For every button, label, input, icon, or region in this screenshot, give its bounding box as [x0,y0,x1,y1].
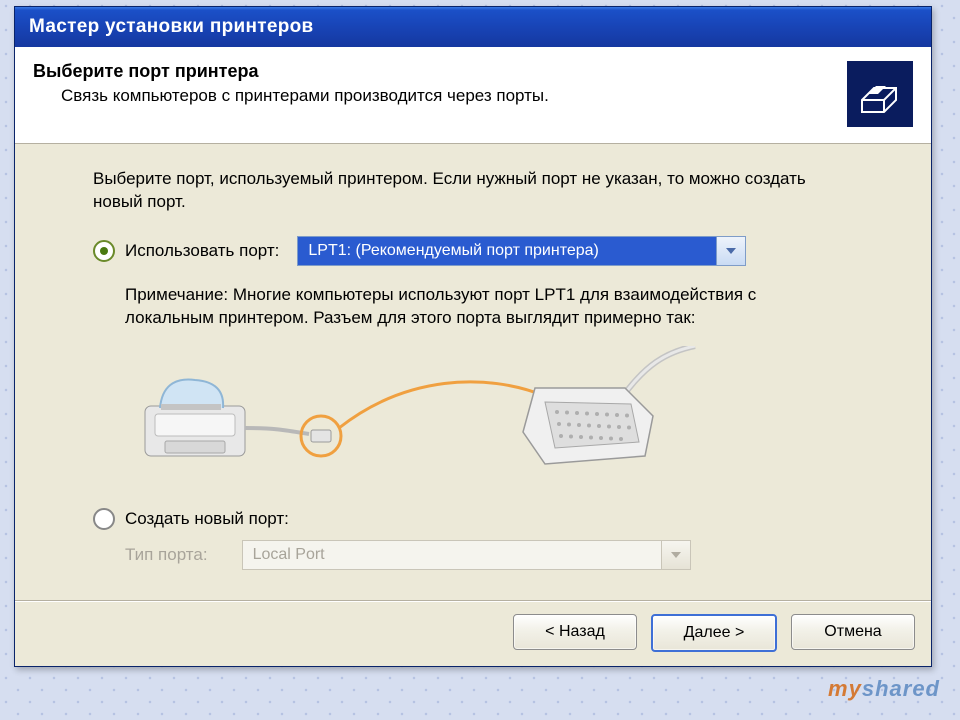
printer-port-icon [847,61,913,127]
next-button-label: Далее > [684,624,745,642]
back-button-label: < Назад [545,623,605,641]
port-dropdown-button[interactable] [717,236,746,266]
next-button[interactable]: Далее > [651,614,777,652]
port-note-text: Примечание: Многие компьютеры используют… [125,284,805,330]
wizard-header-text: Выберите порт принтера Связь компьютеров… [33,61,831,106]
create-port-label: Создать новый порт: [125,509,289,529]
wizard-header: Выберите порт принтера Связь компьютеров… [15,47,931,144]
desktop-background: Мастер установки принтеров Выберите порт… [0,0,960,720]
wizard-body: Выберите порт, используемый принтером. Е… [15,144,931,600]
titlebar[interactable]: Мастер установки принтеров [15,7,931,47]
use-port-label: Использовать порт: [125,241,279,261]
wizard-header-title: Выберите порт принтера [33,61,831,82]
port-type-dropdown-button [662,540,691,570]
radio-use-port[interactable] [93,240,115,262]
window-title: Мастер установки принтеров [29,16,314,38]
port-type-dropdown-value: Local Port [242,540,662,570]
port-dropdown-value: LPT1: (Рекомендуемый порт принтера) [297,236,717,266]
add-printer-wizard-dialog: Мастер установки принтеров Выберите порт… [14,6,932,667]
port-type-dropdown: Local Port [242,540,691,570]
watermark: myshared [828,676,940,702]
port-type-label: Тип порта: [125,545,208,565]
port-illustration [125,346,765,486]
cancel-button-label: Отмена [824,623,881,641]
watermark-part1: my [828,676,862,701]
wizard-footer: < Назад Далее > Отмена [15,602,931,666]
port-dropdown[interactable]: LPT1: (Рекомендуемый порт принтера) [297,236,746,266]
create-new-port-option[interactable]: Создать новый порт: [93,508,883,530]
instruction-text: Выберите порт, используемый принтером. Е… [93,168,823,214]
chevron-down-icon [726,248,736,254]
wizard-header-subtitle: Связь компьютеров с принтерами производи… [33,86,831,106]
use-existing-port-option[interactable]: Использовать порт: LPT1: (Рекомендуемый … [93,236,883,266]
port-type-row: Тип порта: Local Port [125,540,883,570]
watermark-part2: shared [862,676,940,701]
back-button[interactable]: < Назад [513,614,637,650]
chevron-down-icon [671,552,681,558]
radio-create-port[interactable] [93,508,115,530]
cancel-button[interactable]: Отмена [791,614,915,650]
